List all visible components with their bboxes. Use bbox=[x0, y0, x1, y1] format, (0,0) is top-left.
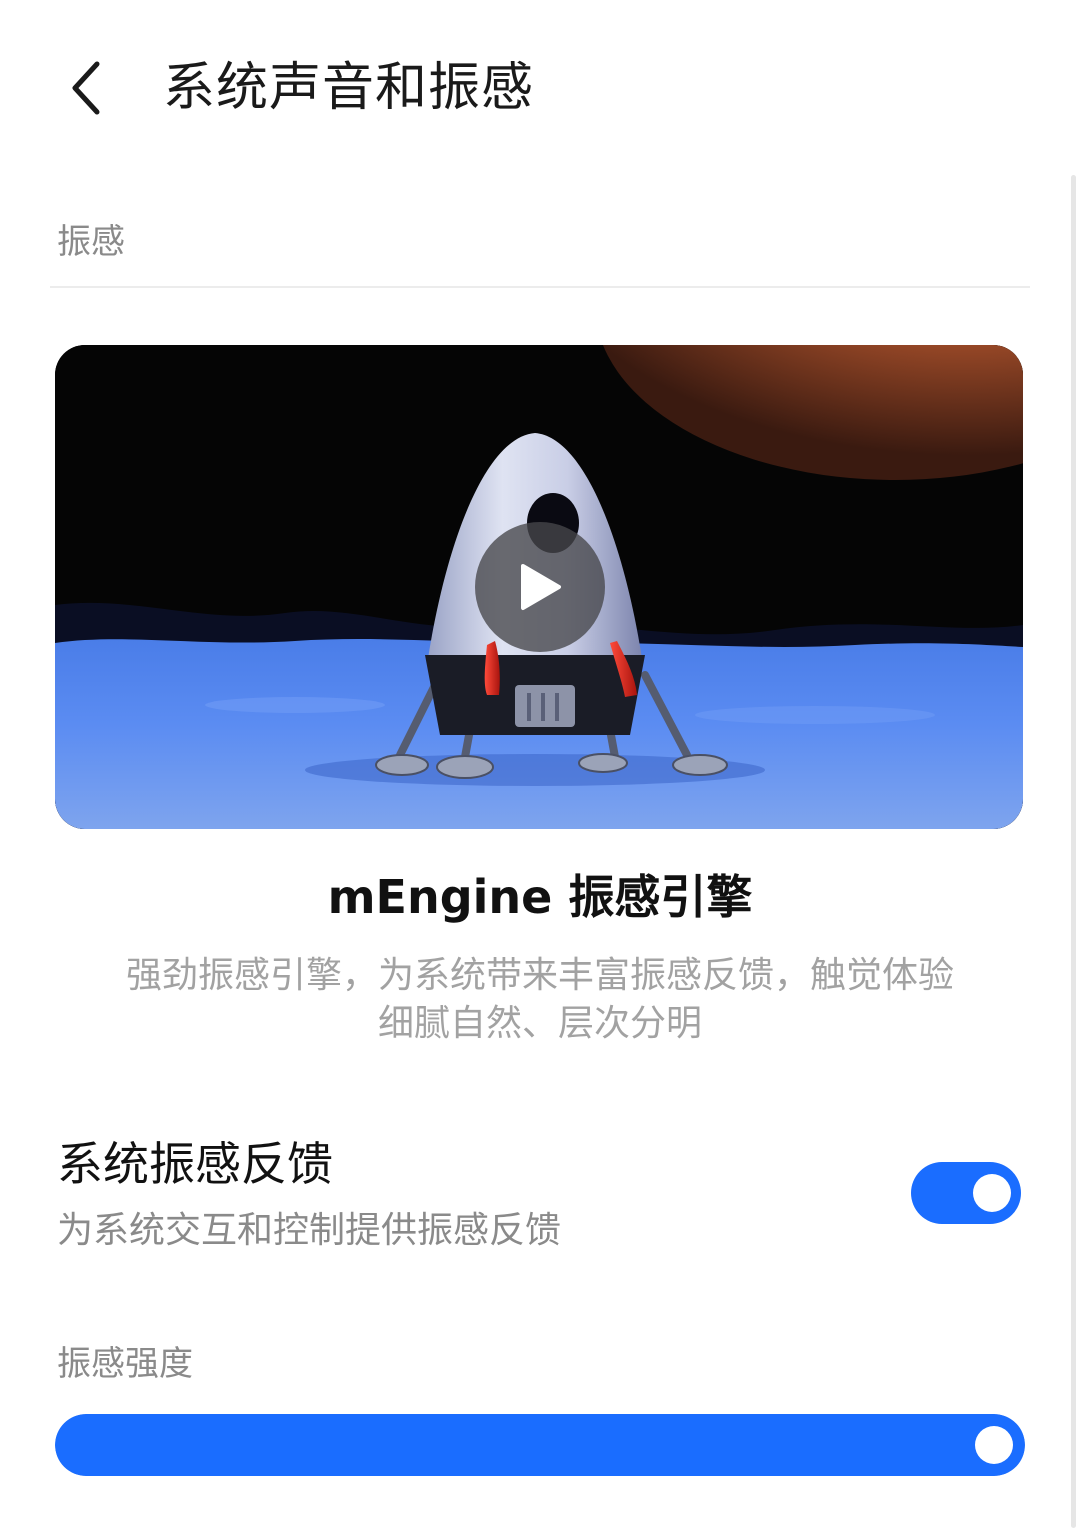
intensity-label: 振感强度 bbox=[57, 1344, 193, 1384]
toggle-knob bbox=[973, 1174, 1011, 1212]
feature-title: mEngine 振感引擎 bbox=[327, 870, 753, 924]
play-icon bbox=[521, 564, 561, 610]
section-divider bbox=[50, 286, 1030, 288]
video-preview[interactable] bbox=[55, 345, 1023, 829]
intensity-slider-fill bbox=[55, 1414, 1025, 1476]
system-haptics-toggle[interactable] bbox=[911, 1162, 1021, 1224]
feature-description: 强劲振感引擎，为系统带来丰富振感反馈，触觉体验细腻自然、层次分明 bbox=[125, 955, 954, 1044]
back-button[interactable] bbox=[52, 50, 122, 126]
header-bar: 系统声音和振感 bbox=[0, 0, 1080, 175]
play-button[interactable] bbox=[475, 522, 605, 652]
system-haptics-title: 系统振感反馈 bbox=[57, 1137, 333, 1191]
system-haptics-subtitle: 为系统交互和控制提供振感反馈 bbox=[57, 1210, 562, 1251]
intensity-slider[interactable] bbox=[55, 1414, 1025, 1476]
section-label: 振感 bbox=[57, 222, 125, 262]
scrollbar[interactable] bbox=[1071, 175, 1076, 1528]
intensity-slider-thumb[interactable] bbox=[975, 1426, 1013, 1464]
chevron-left-icon bbox=[72, 61, 100, 115]
page-title: 系统声音和振感 bbox=[163, 58, 535, 118]
